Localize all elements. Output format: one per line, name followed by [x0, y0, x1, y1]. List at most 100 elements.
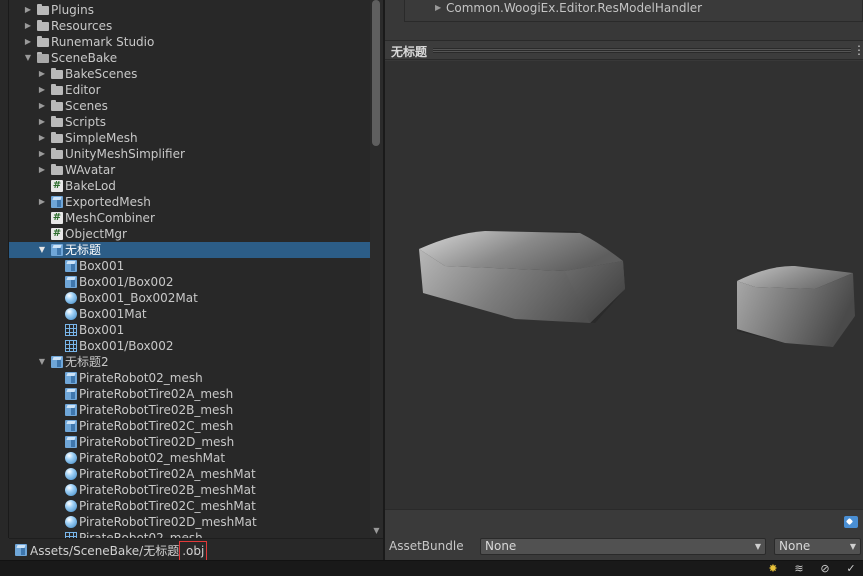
tree-item[interactable]: Box001Mat: [9, 306, 370, 322]
tree-item[interactable]: PirateRobot02_meshMat: [9, 450, 370, 466]
model-icon: [15, 544, 27, 556]
folder-icon: [51, 100, 63, 112]
assetbundle-name-value: None: [485, 539, 517, 553]
tree-item[interactable]: PirateRobotTire02D_mesh: [9, 434, 370, 450]
model-preview-viewport[interactable]: [385, 61, 863, 509]
model-icon: [51, 196, 63, 208]
expand-arrow-icon[interactable]: ▶: [37, 66, 47, 82]
tree-item-label: PirateRobot02_mesh: [79, 371, 203, 385]
tree-item-label: Runemark Studio: [51, 35, 155, 49]
tree-item-label: SimpleMesh: [65, 131, 138, 145]
tree-item-label: Box001: [79, 259, 125, 273]
tree-item[interactable]: PirateRobotTire02C_meshMat: [9, 498, 370, 514]
expand-arrow-icon[interactable]: ▶: [37, 130, 47, 146]
folder-icon: [51, 148, 63, 160]
material-icon: [65, 500, 77, 512]
expand-arrow-icon[interactable]: ▶: [37, 82, 47, 98]
tree-item[interactable]: Box001: [9, 322, 370, 338]
tree-item-label: PirateRobot02_meshMat: [79, 451, 226, 465]
assetbundle-name-dropdown[interactable]: None ▼: [480, 538, 766, 555]
tree-item[interactable]: ▶ Scenes: [9, 98, 370, 114]
expand-arrow-icon[interactable]: ▶: [23, 18, 33, 34]
material-icon: [65, 468, 77, 480]
expand-arrow-icon[interactable]: ▶: [23, 34, 33, 50]
tree-item[interactable]: ▶ Scripts: [9, 114, 370, 130]
tree-item[interactable]: ▶ Runemark Studio: [9, 34, 370, 50]
tree-item-label: Box001: [79, 323, 125, 337]
tree-item-label: PirateRobotTire02D_mesh: [79, 435, 235, 449]
tree-item[interactable]: PirateRobotTire02A_meshMat: [9, 466, 370, 482]
expand-arrow-open-icon[interactable]: ▼: [37, 354, 47, 370]
tree-item[interactable]: ▼ 无标题2: [9, 354, 370, 370]
folder-icon: [51, 164, 63, 176]
tree-item[interactable]: PirateRobot02_mesh: [9, 370, 370, 386]
folder-icon: [51, 116, 63, 128]
tree-item[interactable]: ▼ 无标题: [9, 242, 370, 258]
expand-arrow-open-icon[interactable]: ▼: [23, 50, 33, 66]
handler-label: Common.WoogiEx.Editor.ResModelHandler: [446, 1, 703, 15]
assetbundle-label: AssetBundle: [389, 539, 464, 553]
tree-item[interactable]: ▶ Editor: [9, 82, 370, 98]
tree-item[interactable]: ▶ SimpleMesh: [9, 130, 370, 146]
tree-item[interactable]: # MeshCombiner: [9, 210, 370, 226]
tree-item[interactable]: # ObjectMgr: [9, 226, 370, 242]
preview-header[interactable]: 无标题 ⋮: [385, 40, 863, 60]
tree-item[interactable]: ▶ ExportedMesh: [9, 194, 370, 210]
mesh-icon: [65, 324, 77, 336]
tree-item-label: Editor: [65, 83, 101, 97]
tree-item[interactable]: PirateRobotTire02B_meshMat: [9, 482, 370, 498]
handler-foldout[interactable]: ▶ Common.WoogiEx.Editor.ResModelHandler: [404, 0, 863, 22]
tree-item-label: Box001/Box002: [79, 339, 174, 353]
foldout-arrow-icon[interactable]: ▶: [435, 3, 441, 12]
more-options-icon[interactable]: ⋮: [853, 43, 863, 59]
tree-item[interactable]: ▼ SceneBake: [9, 50, 370, 66]
label-tag-icon[interactable]: [844, 516, 858, 528]
folder-icon: [51, 132, 63, 144]
box001-mesh: [419, 231, 625, 323]
debug-icon[interactable]: ✸: [766, 563, 780, 575]
asset-extension-highlight: .obj: [179, 541, 208, 561]
tree-item[interactable]: ▶ Resources: [9, 18, 370, 34]
tree-item-label: PirateRobotTire02A_meshMat: [79, 467, 256, 481]
scroll-down-arrow-icon[interactable]: ▼: [370, 524, 383, 538]
check-icon[interactable]: ✓: [844, 563, 858, 575]
tree-item[interactable]: ▶ WAvatar: [9, 162, 370, 178]
assetbundle-variant-dropdown[interactable]: None ▼: [774, 538, 861, 555]
tree-item[interactable]: Box001: [9, 258, 370, 274]
expand-arrow-icon[interactable]: ▶: [37, 114, 47, 130]
tree-item[interactable]: PirateRobot02_mesh: [9, 530, 370, 538]
tree-item[interactable]: ▶ Plugins: [9, 2, 370, 18]
tree-item[interactable]: ▶ BakeScenes: [9, 66, 370, 82]
expand-arrow-icon[interactable]: ▶: [37, 98, 47, 114]
tree-item[interactable]: Box001/Box002: [9, 338, 370, 354]
material-icon: [65, 484, 77, 496]
tree-item[interactable]: # BakeLod: [9, 178, 370, 194]
tree-item[interactable]: Box001/Box002: [9, 274, 370, 290]
expand-arrow-open-icon[interactable]: ▼: [37, 242, 47, 258]
tree-item[interactable]: ▶ UnityMeshSimplifier: [9, 146, 370, 162]
folder-icon: [37, 20, 49, 32]
tree-item-label: 无标题: [65, 243, 102, 257]
tree-item[interactable]: Box001_Box002Mat: [9, 290, 370, 306]
drag-grip[interactable]: [433, 48, 851, 53]
script-icon: #: [51, 212, 63, 224]
expand-arrow-icon[interactable]: ▶: [37, 146, 47, 162]
tree-item-label: 无标题2: [65, 355, 109, 369]
tree-item-label: PirateRobotTire02D_meshMat: [79, 515, 257, 529]
folder-open-icon: [37, 52, 49, 64]
tree-item-label: UnityMeshSimplifier: [65, 147, 185, 161]
tree-scroll-thumb[interactable]: [372, 0, 380, 146]
tree-item[interactable]: PirateRobotTire02A_mesh: [9, 386, 370, 402]
layers-icon[interactable]: ≋: [792, 563, 806, 575]
project-tree[interactable]: ▶ Plugins ▶ Resources ▶ Runemark Studio ▼ Scene…: [9, 0, 370, 538]
tree-item[interactable]: PirateRobotTire02D_meshMat: [9, 514, 370, 530]
tree-item-label: Box001/Box002: [79, 275, 174, 289]
expand-arrow-icon[interactable]: ▶: [37, 162, 47, 178]
network-icon[interactable]: ⊘: [818, 563, 832, 575]
status-bar: ✸ ≋ ⊘ ✓: [0, 560, 863, 576]
tree-item[interactable]: PirateRobotTire02C_mesh: [9, 418, 370, 434]
asset-path-text: Assets/SceneBake/无标题: [30, 544, 180, 558]
expand-arrow-icon[interactable]: ▶: [23, 2, 33, 18]
expand-arrow-icon[interactable]: ▶: [37, 194, 47, 210]
tree-item[interactable]: PirateRobotTire02B_mesh: [9, 402, 370, 418]
